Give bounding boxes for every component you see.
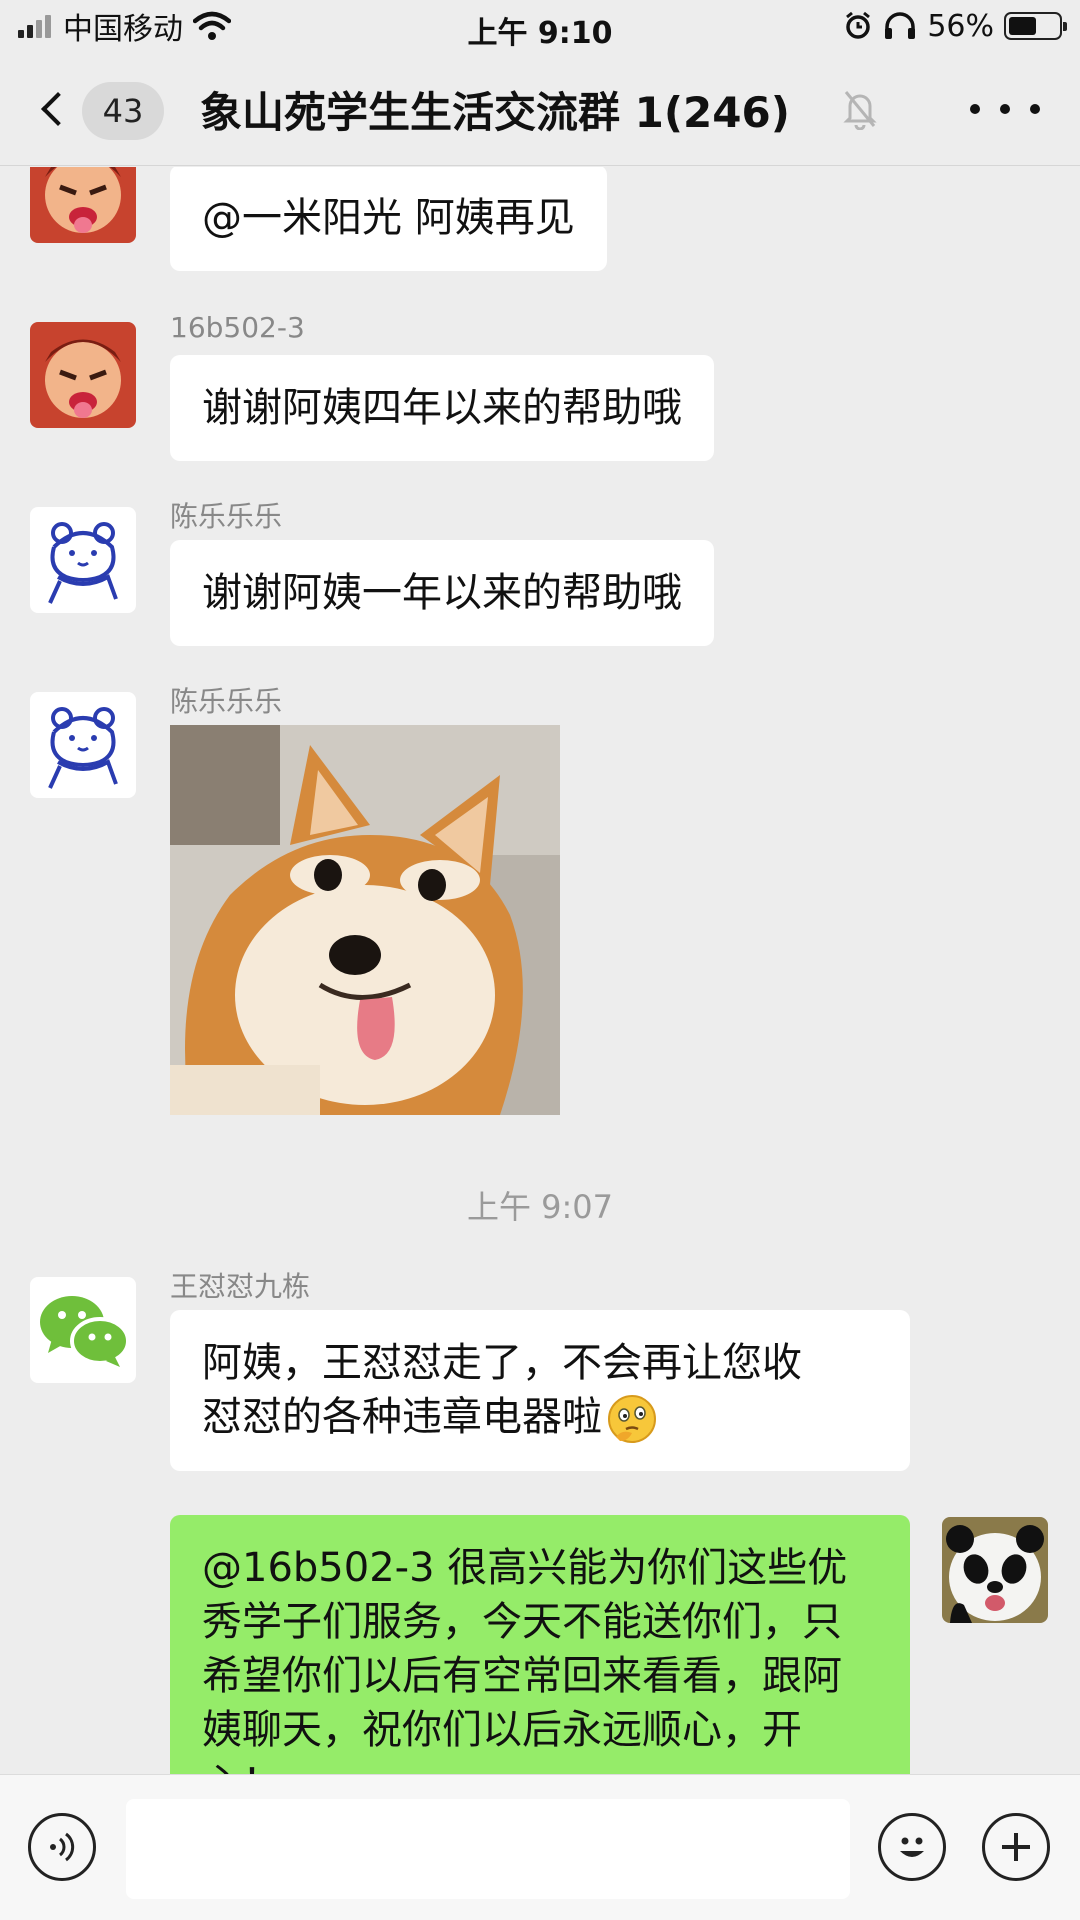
- blue-bear-avatar[interactable]: [30, 692, 136, 798]
- wechat-logo-avatar[interactable]: [30, 1277, 136, 1383]
- blue-bear-avatar[interactable]: [30, 507, 136, 613]
- mute-bell-icon: [843, 91, 877, 130]
- message-bubble[interactable]: @一米阳光 阿姨再见: [170, 167, 607, 271]
- message-text-line: 阿姨，王怼怼走了，不会再让您收: [202, 1340, 802, 1386]
- voice-icon[interactable]: [28, 1813, 96, 1881]
- my-message-bubble[interactable]: @16b502-3 很高兴能为你们这些优秀学子们服务，今天不能送你们，只希望你们…: [170, 1515, 910, 1774]
- panda-avatar[interactable]: [942, 1517, 1048, 1623]
- sender-name: 陈乐乐乐: [170, 500, 283, 533]
- headphones-icon: [885, 12, 916, 39]
- message-text-line: 怼怼的各种违章电器啦: [202, 1390, 878, 1445]
- sender-name: 陈乐乐乐: [170, 685, 283, 718]
- battery-fill: [1009, 17, 1036, 35]
- plus-icon[interactable]: [982, 1813, 1050, 1881]
- alarm-icon: [846, 11, 871, 39]
- chat-header: 43 象山苑学生生活交流群 1(246): [0, 54, 1080, 166]
- back-arrow-icon: [41, 92, 75, 126]
- red-cartoon-avatar[interactable]: [30, 167, 136, 243]
- shiba-dog-sticker[interactable]: [170, 725, 560, 1115]
- message-bubble[interactable]: 谢谢阿姨一年以来的帮助哦: [170, 540, 714, 646]
- unread-count-badge: 43: [82, 82, 164, 140]
- back-button[interactable]: 43: [30, 78, 180, 140]
- battery-percent: 56%: [927, 8, 994, 44]
- battery-icon: [1004, 12, 1067, 40]
- more-dots-icon[interactable]: [970, 92, 1040, 126]
- status-right: 56%: [843, 8, 1067, 44]
- sender-name: 16b502-3: [170, 311, 305, 344]
- red-cartoon-avatar[interactable]: [30, 322, 136, 428]
- message-bubble[interactable]: 阿姨，王怼怼走了，不会再让您收 怼怼的各种违章电器啦: [170, 1310, 910, 1471]
- message-timestamp: 上午 9:07: [466, 1188, 614, 1226]
- message-input[interactable]: [126, 1799, 850, 1899]
- message-list[interactable]: @一米阳光 阿姨再见 16b502-3 谢谢阿姨四年以来的帮助哦 陈乐乐乐 谢谢…: [0, 167, 1080, 1774]
- status-bar: 中国移动 上午 9:10 56%: [0, 0, 1080, 54]
- thinking-face-emoji: [608, 1395, 656, 1443]
- sender-name: 王怼怼九栋: [170, 1270, 311, 1303]
- emoji-icon[interactable]: [878, 1813, 946, 1881]
- chat-title: 象山苑学生生活交流群 1(246): [200, 87, 790, 137]
- input-bar: [0, 1774, 1080, 1920]
- message-bubble[interactable]: 谢谢阿姨四年以来的帮助哦: [170, 355, 714, 461]
